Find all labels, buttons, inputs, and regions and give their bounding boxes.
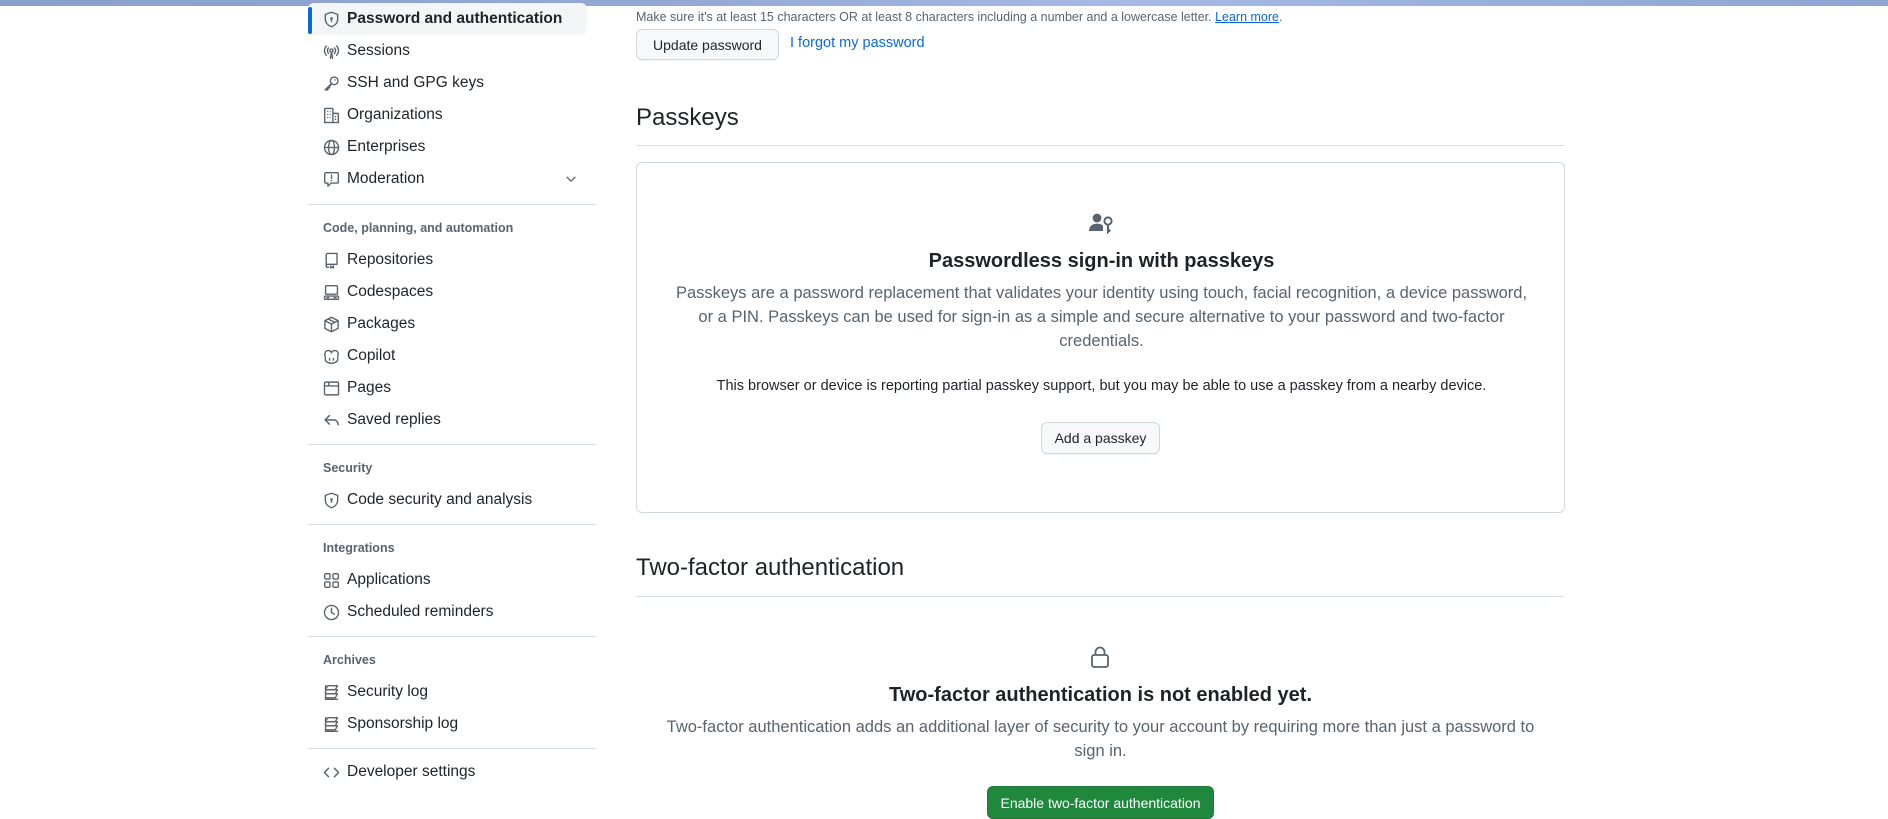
sidebar-divider [308,524,596,525]
sidebar-item-label: Scheduled reminders [347,603,494,620]
learn-more-link[interactable]: Learn more [1215,10,1279,24]
section-heading-integrations: Integrations [323,541,395,555]
passkeys-title: Passwordless sign-in with passkeys [928,250,1275,272]
active-indicator [308,7,312,34]
globe-icon [323,139,340,156]
sidebar-item-packages[interactable]: Packages [308,308,587,340]
key-icon [323,75,340,92]
sidebar-item-repositories[interactable]: Repositories [308,244,587,276]
sidebar-item-label: Pages [347,379,391,396]
sidebar-item-label: Sessions [347,42,410,59]
sidebar-divider [308,636,596,637]
sidebar-item-label: Repositories [347,251,434,268]
section-heading-code-planning-automation: Code, planning, and automation [323,221,514,235]
sidebar-item-label: Copilot [347,347,396,364]
password-hint-text: Make sure it's at least 15 characters OR… [636,10,1212,24]
sidebar-item-sessions[interactable]: Sessions [308,35,587,67]
shield-lock-icon [323,492,340,509]
sidebar-item-copilot[interactable]: Copilot [308,340,587,372]
passkeys-heading: Passkeys [636,104,739,131]
sidebar-item-codespaces[interactable]: Codespaces [308,276,587,308]
sidebar-item-pages[interactable]: Pages [308,372,587,404]
log-icon [323,716,340,733]
sidebar-divider [308,204,596,205]
passkeys-blankslate: Passwordless sign-in with passkeys Passk… [636,162,1565,513]
sidebar-item-ssh-and-gpg-keys[interactable]: SSH and GPG keys [308,67,587,99]
section-heading-archives: Archives [323,653,376,667]
passkeys-description-line-1: Passkeys are a password replacement that… [675,284,1528,302]
sidebar-item-label: Moderation [347,170,425,187]
two-factor-description-line-1: Two-factor authentication adds an additi… [666,718,1535,736]
sidebar-item-label: Organizations [347,106,443,123]
sidebar-item-developer-settings[interactable]: Developer settings [308,756,587,788]
passkey-icon [1089,212,1113,234]
add-passkey-button[interactable]: Add a passkey [1041,422,1160,454]
sidebar-item-sponsorship-log[interactable]: Sponsorship log [308,708,587,740]
two-factor-description-line-2: sign in. [1074,742,1127,760]
clock-icon [323,604,340,621]
sidebar-item-moderation[interactable]: Moderation [308,163,587,195]
sidebar-item-enterprises[interactable]: Enterprises [308,131,587,163]
reply-icon [323,412,340,429]
top-loading-bar [0,0,1888,6]
copilot-icon [323,348,340,365]
sidebar-item-security-log[interactable]: Security log [308,676,587,708]
sidebar-item-label: Saved replies [347,411,441,428]
two-factor-divider [636,596,1565,597]
sidebar-item-saved-replies[interactable]: Saved replies [308,404,587,436]
sidebar-divider [308,444,596,445]
sidebar-item-password-and-authentication[interactable]: Password and authentication [308,3,587,35]
enable-two-factor-button[interactable]: Enable two-factor authentication [987,786,1214,819]
passkeys-description-line-2: or a PIN. Passkeys can be used for sign-… [698,308,1505,326]
sidebar-item-code-security-and-analysis[interactable]: Code security and analysis [308,484,587,516]
sidebar-item-label: Packages [347,315,416,332]
codespaces-icon [323,284,340,301]
password-hint: Make sure it's at least 15 characters OR… [636,10,1283,24]
lock-icon [1090,646,1110,668]
sidebar-item-label: Applications [347,571,431,588]
sidebar-item-label: Security log [347,683,428,700]
update-password-button[interactable]: Update password [636,29,779,60]
package-icon [323,316,340,333]
sidebar-item-label: Developer settings [347,763,476,780]
sidebar-item-label: Enterprises [347,138,426,155]
apps-icon [323,572,340,589]
report-icon [323,171,340,188]
sidebar-item-scheduled-reminders[interactable]: Scheduled reminders [308,596,587,628]
forgot-password-link[interactable]: I forgot my password [790,35,925,51]
shield-lock-icon [323,11,340,28]
passkeys-divider [636,145,1565,146]
sidebar-divider [308,748,596,749]
sidebar-item-label: SSH and GPG keys [347,74,484,91]
passkeys-description-line-3: credentials. [1059,332,1144,350]
sidebar-item-label: Code security and analysis [347,491,533,508]
sidebar-item-applications[interactable]: Applications [308,564,587,596]
section-heading-security: Security [323,461,373,475]
log-icon [323,684,340,701]
broadcast-icon [323,43,340,60]
code-icon [323,764,340,781]
sidebar-item-organizations[interactable]: Organizations [308,99,587,131]
organization-icon [323,107,340,124]
repo-icon [323,252,340,269]
sidebar-item-label: Password and authentication [347,10,563,27]
browser-icon [323,380,340,397]
sidebar-item-label: Sponsorship log [347,715,459,732]
two-factor-heading: Two-factor authentication [636,554,905,581]
chevron-down-icon[interactable] [564,172,578,186]
sidebar-item-label: Codespaces [347,283,434,300]
two-factor-title: Two-factor authentication is not enabled… [889,684,1312,706]
passkeys-support-note: This browser or device is reporting part… [716,378,1487,394]
